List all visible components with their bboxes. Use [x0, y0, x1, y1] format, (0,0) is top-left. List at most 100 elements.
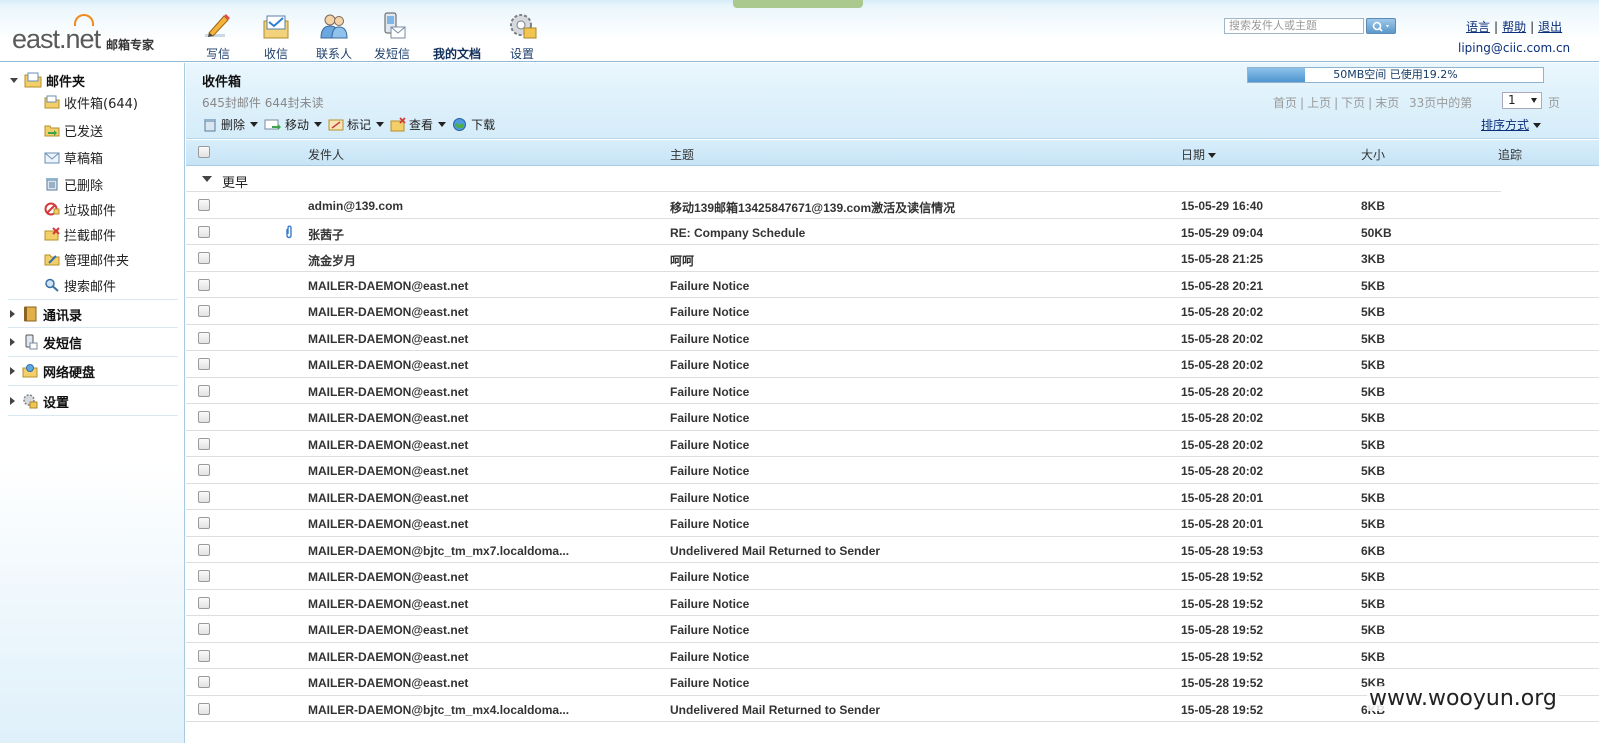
row-checkbox[interactable]: [198, 384, 210, 397]
table-row[interactable]: MAILER-DAEMON@bjtc_tm_mx7.localdoma... Un…: [186, 537, 1599, 563]
nav-compose[interactable]: 写信: [190, 12, 246, 62]
nav-my-docs[interactable]: 我的文档: [422, 12, 492, 62]
sidebar-item-manage-folders[interactable]: 管理邮件夹: [44, 248, 129, 270]
page-select[interactable]: 1: [1502, 92, 1542, 109]
column-size[interactable]: 大小: [1361, 146, 1385, 163]
table-row[interactable]: MAILER-DAEMON@east.net Failure Notice 15-0…: [186, 510, 1599, 537]
table-row[interactable]: MAILER-DAEMON@east.net Failure Notice 15-0…: [186, 590, 1599, 616]
row-checkbox[interactable]: [198, 649, 210, 662]
row-subject: Failure Notice: [670, 623, 750, 637]
nav-settings[interactable]: 设置: [494, 12, 550, 62]
row-checkbox[interactable]: [198, 411, 210, 423]
table-row[interactable]: MAILER-DAEMON@east.net Failure Notice 15-0…: [186, 484, 1599, 510]
search-button[interactable]: [1366, 18, 1396, 34]
view-button[interactable]: 查看: [390, 116, 447, 133]
row-size: 5KB: [1361, 623, 1386, 637]
row-checkbox[interactable]: [198, 278, 210, 291]
row-checkbox[interactable]: [198, 199, 210, 211]
network-disk-icon: [22, 364, 38, 378]
row-date: 15-05-28 19:52: [1181, 596, 1264, 611]
pager-first[interactable]: 首页: [1273, 96, 1297, 110]
row-from: MAILER-DAEMON@bjtc_tm_mx4.localdoma...: [308, 702, 570, 717]
row-checkbox[interactable]: [198, 570, 210, 582]
row-checkbox[interactable]: [198, 676, 210, 688]
column-from[interactable]: 发件人: [308, 146, 344, 163]
table-row[interactable]: MAILER-DAEMON@east.net Failure Notice 15-0…: [186, 457, 1599, 484]
table-row[interactable]: MAILER-DAEMON@east.net Failure Notice 15-0…: [186, 563, 1599, 590]
column-track[interactable]: 追踪: [1498, 146, 1522, 163]
sort-menu[interactable]: 排序方式: [1481, 116, 1542, 133]
language-link[interactable]: 语言: [1466, 20, 1490, 34]
row-size: 5KB: [1361, 384, 1386, 399]
row-checkbox[interactable]: [198, 543, 210, 556]
sidebar-section-settings[interactable]: 设置: [10, 390, 69, 412]
sidebar-item-spam[interactable]: 垃圾邮件: [44, 198, 116, 220]
sidebar-item-search-mail[interactable]: 搜索邮件: [44, 274, 116, 296]
pager-prev[interactable]: 上页: [1307, 96, 1331, 110]
mail-counts: 645封邮件 644封未读: [202, 96, 324, 110]
pager-next[interactable]: 下页: [1341, 96, 1365, 110]
row-from: MAILER-DAEMON@east.net: [308, 358, 469, 372]
table-row[interactable]: MAILER-DAEMON@east.net Failure Notice 15-0…: [186, 643, 1599, 669]
sidebar-item-drafts[interactable]: 草稿箱: [44, 146, 103, 168]
row-size: 8KB: [1361, 199, 1386, 213]
row-checkbox[interactable]: [198, 437, 210, 450]
row-checkbox[interactable]: [198, 596, 210, 609]
row-checkbox[interactable]: [198, 331, 210, 344]
sidebar-section-sms[interactable]: 发短信: [10, 331, 82, 353]
row-checkbox[interactable]: [198, 252, 210, 264]
table-row[interactable]: MAILER-DAEMON@east.net Failure Notice 15-0…: [186, 298, 1599, 325]
nav-sms[interactable]: 发短信: [364, 12, 420, 62]
help-link[interactable]: 帮助: [1502, 20, 1526, 34]
group-header-earlier[interactable]: 更早: [186, 166, 1501, 192]
row-subject: 移动139邮箱13425847671@139.com激活及读信情况: [670, 201, 956, 215]
table-row[interactable]: 流金岁月 呵呵 15-05-28 21:25 3KB: [186, 245, 1599, 272]
row-from: MAILER-DAEMON@east.net: [308, 331, 469, 346]
table-row[interactable]: MAILER-DAEMON@east.net Failure Notice 15-0…: [186, 272, 1599, 298]
row-checkbox[interactable]: [198, 464, 210, 476]
sidebar-item-inbox[interactable]: 收件箱(644): [44, 91, 138, 113]
sidebar-section-address-book[interactable]: 通讯录: [10, 303, 82, 325]
row-size: 5KB: [1361, 490, 1386, 505]
table-row[interactable]: MAILER-DAEMON@east.net Failure Notice 15-0…: [186, 616, 1599, 643]
row-checkbox[interactable]: [198, 702, 210, 715]
row-checkbox[interactable]: [198, 305, 210, 317]
row-checkbox[interactable]: [198, 358, 210, 370]
nav-inbox[interactable]: 收信: [248, 12, 304, 62]
sidebar-item-deleted[interactable]: 已删除: [44, 173, 103, 195]
row-from: MAILER-DAEMON@east.net: [308, 649, 469, 664]
select-all-checkbox[interactable]: [198, 146, 210, 158]
table-row[interactable]: MAILER-DAEMON@east.net Failure Notice 15-0…: [186, 351, 1599, 378]
table-row[interactable]: MAILER-DAEMON@east.net Failure Notice 15-0…: [186, 431, 1599, 457]
row-from: admin@139.com: [308, 199, 404, 213]
table-row[interactable]: 张茜子 RE: Company Schedule 15-05-29 09:04 50K…: [186, 219, 1599, 245]
row-checkbox[interactable]: [198, 490, 210, 503]
column-date[interactable]: 日期: [1181, 146, 1217, 163]
pager-last[interactable]: 末页: [1375, 96, 1399, 110]
table-row[interactable]: MAILER-DAEMON@east.net Failure Notice 15-0…: [186, 404, 1599, 431]
sidebar-item-sent[interactable]: 已发送: [44, 119, 103, 141]
row-size: 5KB: [1361, 411, 1386, 425]
download-button[interactable]: 下载: [452, 116, 495, 133]
search-input[interactable]: 搜索发件人或主题: [1224, 18, 1364, 34]
sidebar-folders-label: 邮件夹: [46, 74, 86, 90]
pager-total: 33页中的第: [1409, 96, 1473, 110]
sidebar-item-blocked[interactable]: 拦截邮件: [44, 223, 116, 245]
logout-link[interactable]: 退出: [1538, 20, 1562, 34]
delete-button[interactable]: 删除: [202, 116, 259, 133]
row-checkbox[interactable]: [198, 517, 210, 529]
column-subject[interactable]: 主题: [670, 146, 694, 163]
table-row[interactable]: MAILER-DAEMON@east.net Failure Notice 15-0…: [186, 378, 1599, 404]
sidebar-section-network-disk[interactable]: 网络硬盘: [10, 360, 95, 382]
table-row[interactable]: MAILER-DAEMON@east.net Failure Notice 15-0…: [186, 325, 1599, 351]
chevron-down-icon: [1531, 98, 1537, 103]
row-checkbox[interactable]: [198, 225, 210, 238]
row-subject: Failure Notice: [670, 305, 750, 319]
nav-contacts[interactable]: 联系人: [306, 12, 362, 62]
table-row[interactable]: admin@139.com 移动139邮箱13425847671@139.com激…: [186, 192, 1599, 219]
mark-button[interactable]: 标记: [328, 116, 385, 133]
move-button[interactable]: 移动: [264, 116, 323, 133]
sidebar-item-label: 管理邮件夹: [64, 253, 130, 269]
sidebar-folders-toggle[interactable]: 邮件夹: [10, 70, 85, 90]
row-checkbox[interactable]: [198, 623, 210, 635]
